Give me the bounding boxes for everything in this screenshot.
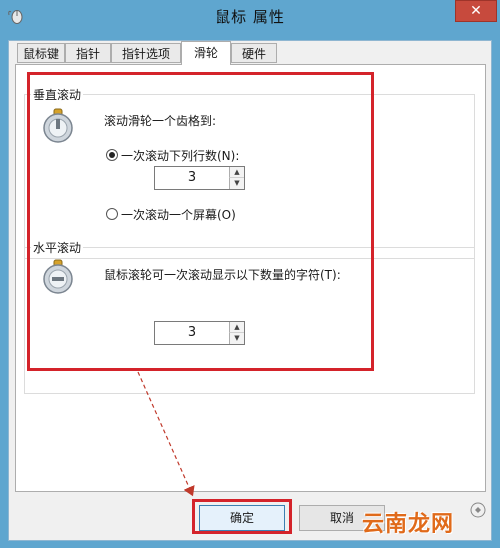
- watermark-icon: [470, 502, 486, 518]
- chars-value: 3: [187, 325, 197, 340]
- vertical-scroll-group: 垂直滚动: [24, 86, 475, 259]
- spin-down-icon[interactable]: ▼: [229, 178, 244, 189]
- horizontal-wheel-icon: [40, 259, 76, 295]
- lines-spinbox[interactable]: 3 ▲ ▼: [154, 166, 245, 190]
- window-title: 鼠标 属性: [215, 8, 285, 26]
- mouse-properties-window: 鼠标 属性 ✕ 鼠标键 指针 指针选项 滑轮 硬件 垂直滚动 滚动滑轮一个齿格到…: [0, 0, 500, 548]
- lines-value: 3: [187, 170, 197, 185]
- radio-scroll-lines[interactable]: [106, 149, 118, 161]
- radio-scroll-screen[interactable]: [106, 208, 118, 220]
- radio-scroll-lines-label: 一次滚动下列行数(N):: [121, 149, 240, 163]
- tab-pointer-options[interactable]: 指针选项: [111, 43, 181, 63]
- vertical-scroll-group-label: 垂直滚动: [31, 86, 84, 103]
- horizontal-scroll-description: 鼠标滚轮可一次滚动显示以下数量的字符(T):: [104, 268, 341, 282]
- title-bar: 鼠标 属性 ✕: [0, 0, 500, 34]
- close-icon: ✕: [470, 3, 482, 19]
- spin-up-icon[interactable]: ▲: [229, 322, 244, 333]
- tab-mouse-buttons[interactable]: 鼠标键: [17, 43, 65, 63]
- horizontal-scroll-group-label: 水平滚动: [31, 239, 84, 256]
- watermark-text: 云南龙网: [362, 512, 455, 537]
- tab-hardware[interactable]: 硬件: [231, 43, 277, 63]
- close-button[interactable]: ✕: [455, 0, 497, 22]
- vertical-scroll-description: 滚动滑轮一个齿格到:: [104, 114, 217, 128]
- wheel-icon: [40, 108, 76, 144]
- tab-wheel[interactable]: 滑轮: [181, 41, 231, 65]
- radio-scroll-screen-label: 一次滚动一个屏幕(O): [121, 208, 236, 222]
- chars-spinbox[interactable]: 3 ▲ ▼: [154, 321, 245, 345]
- spin-down-icon[interactable]: ▼: [229, 333, 244, 344]
- ok-button[interactable]: 确定: [199, 505, 285, 531]
- dialog-client-area: 鼠标键 指针 指针选项 滑轮 硬件 垂直滚动 滚动滑轮一个齿格到: 一次滚动下列…: [8, 40, 492, 541]
- spin-up-icon[interactable]: ▲: [229, 167, 244, 178]
- wheel-tab-page: 垂直滚动 滚动滑轮一个齿格到: 一次滚动下列行数(N): 3 ▲ ▼ 一次滚动一…: [15, 64, 486, 492]
- tab-pointers[interactable]: 指针: [65, 43, 111, 63]
